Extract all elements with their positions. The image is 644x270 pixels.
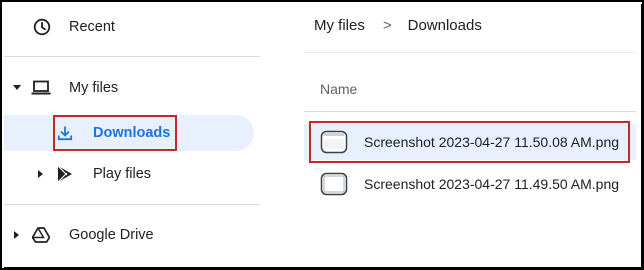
sidebar-item-play-files[interactable]: Play files <box>2 154 260 194</box>
expand-arrow-icon[interactable] <box>12 83 22 93</box>
expand-arrow-icon[interactable] <box>12 230 22 240</box>
breadcrumb-root[interactable]: My files <box>314 17 365 34</box>
annotation-highlight-box <box>309 121 630 163</box>
sidebar-divider <box>4 204 260 205</box>
column-header-divider <box>304 111 636 112</box>
clock-icon <box>32 17 52 37</box>
file-name: Screenshot 2023-04-27 11.49.50 AM.png <box>364 176 620 192</box>
file-row[interactable]: Screenshot 2023-04-27 11.49.50 AM.png <box>304 166 636 202</box>
sidebar-item-my-files[interactable]: My files <box>2 68 260 108</box>
expand-arrow-icon[interactable] <box>36 169 46 179</box>
breadcrumb-separator: > <box>382 17 392 34</box>
breadcrumb-current[interactable]: Downloads <box>408 17 482 34</box>
sidebar-item-label: My files <box>69 80 119 96</box>
laptop-icon <box>31 78 51 98</box>
sidebar-item-label: Recent <box>69 19 115 35</box>
play-store-icon <box>55 164 75 184</box>
sidebar-item-label: Play files <box>93 166 152 182</box>
sidebar-divider <box>4 56 260 57</box>
sidebar-item-label: Google Drive <box>69 227 154 243</box>
google-drive-icon <box>31 225 51 245</box>
image-file-icon <box>320 172 348 196</box>
sidebar-item-recent[interactable]: Recent <box>2 7 260 47</box>
sidebar: Recent My files Downloads Play files Goo… <box>2 2 260 264</box>
breadcrumb: My files > Downloads <box>314 17 482 34</box>
annotation-highlight-box <box>53 115 177 151</box>
header-divider <box>304 52 636 53</box>
sidebar-item-google-drive[interactable]: Google Drive <box>2 215 260 255</box>
column-header-name[interactable]: Name <box>320 81 357 97</box>
